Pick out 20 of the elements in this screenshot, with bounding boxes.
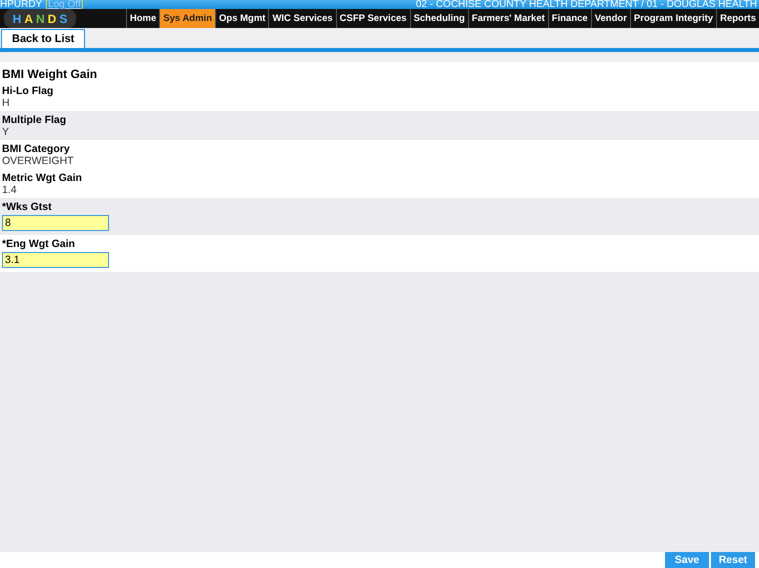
- field-label: Hi-Lo Flag: [2, 85, 54, 97]
- field-label: Multiple Flag: [2, 114, 68, 126]
- nav-tab[interactable]: Sys Admin: [159, 9, 215, 28]
- field-value: OVERWEIGHT: [2, 155, 75, 167]
- location-text: 02 - COCHISE COUNTY HEALTH DEPARTMENT / 01 - DOUGLAS HEALTH: [416, 0, 757, 9]
- input-field[interactable]: 3.1: [2, 252, 109, 268]
- field-label: BMI Category: [2, 143, 71, 155]
- logo: H A N D S: [4, 9, 76, 28]
- field-label: *Eng Wgt Gain: [2, 238, 76, 250]
- field-label: Metric Wgt Gain: [2, 172, 83, 184]
- user-name: HPURDY: [0, 0, 42, 9]
- field-value: Y: [2, 126, 10, 138]
- field-value: H: [2, 97, 11, 109]
- field-label: *Wks Gtst: [2, 201, 53, 213]
- form-title: BMI Weight Gain: [1, 66, 98, 82]
- input-field[interactable]: 8: [2, 215, 109, 231]
- field-value: 1.4: [2, 184, 18, 196]
- bracket-text: ]: [80, 0, 84, 9]
- bracket-text: [: [45, 0, 48, 9]
- back-to-list-tab[interactable]: Back to List: [1, 29, 86, 48]
